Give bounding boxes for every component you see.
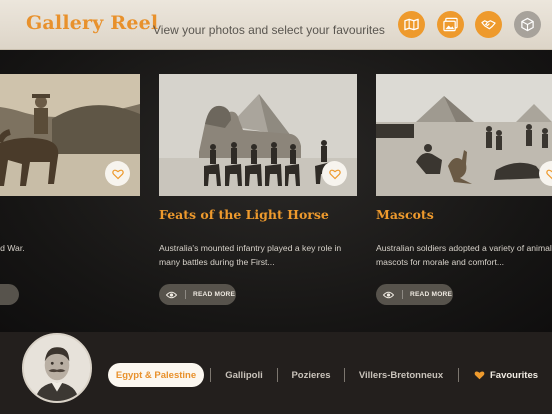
eye-icon bbox=[166, 291, 177, 298]
photo-carousel[interactable]: d the First World War. RE bbox=[0, 50, 552, 332]
mascots-pyramids-photo bbox=[376, 74, 552, 196]
map-button[interactable] bbox=[398, 11, 425, 38]
tab-pozieres[interactable]: Pozieres bbox=[286, 363, 336, 387]
app-title: Gallery Reel bbox=[26, 12, 159, 34]
tab-divider bbox=[210, 368, 211, 382]
heart-icon bbox=[545, 169, 552, 179]
read-more-divider bbox=[402, 290, 403, 299]
card-photo[interactable] bbox=[0, 74, 140, 196]
card-description: Australian soldiers adopted a variety of… bbox=[376, 243, 552, 267]
handshake-icon bbox=[481, 20, 496, 30]
card-photo[interactable] bbox=[159, 74, 357, 196]
favourite-button[interactable] bbox=[322, 161, 347, 186]
tab-villers-bretonneux[interactable]: Villers-Bretonneux bbox=[352, 363, 450, 387]
card-description: Australia's mounted infantry played a ke… bbox=[159, 243, 342, 267]
heart-icon bbox=[111, 169, 124, 179]
gallery-card[interactable]: d the First World War. RE bbox=[0, 74, 140, 305]
read-more-button[interactable]: READ MORE bbox=[159, 284, 236, 305]
card-title: Feats of the Light Horse bbox=[159, 207, 329, 222]
portrait-image bbox=[24, 335, 90, 401]
tab-divider bbox=[344, 368, 345, 382]
cube-button[interactable] bbox=[514, 11, 541, 38]
read-more-button[interactable]: READ MORE bbox=[376, 284, 453, 305]
gallery-button[interactable] bbox=[437, 11, 464, 38]
soldier-portrait-avatar[interactable] bbox=[22, 333, 92, 403]
tab-egypt-palestine[interactable]: Egypt & Palestine bbox=[108, 363, 204, 387]
read-more-divider bbox=[185, 290, 186, 299]
map-icon bbox=[404, 18, 419, 31]
read-more-label: READ MORE bbox=[193, 291, 236, 298]
header-bar: Gallery Reel View your photos and select… bbox=[0, 0, 552, 50]
card-description: d the First World War. bbox=[0, 243, 25, 253]
card-title: Mascots bbox=[376, 207, 434, 222]
handshake-button[interactable] bbox=[475, 11, 502, 38]
heart-icon bbox=[328, 169, 341, 179]
tab-favourites[interactable]: Favourites bbox=[474, 363, 538, 387]
app-subtitle: View your photos and select your favouri… bbox=[153, 23, 385, 37]
tab-gallipoli[interactable]: Gallipoli bbox=[219, 363, 269, 387]
bottom-navigation: Egypt & Palestine Gallipoli Pozieres Vil… bbox=[0, 332, 552, 414]
read-more-label: READ MORE bbox=[410, 291, 453, 298]
card-photo[interactable] bbox=[376, 74, 552, 196]
tab-divider bbox=[277, 368, 278, 382]
card-title bbox=[0, 207, 140, 223]
favourite-button[interactable] bbox=[105, 161, 130, 186]
heart-filled-icon bbox=[474, 371, 485, 380]
gallery-icon bbox=[443, 17, 458, 32]
favourites-label: Favourites bbox=[490, 369, 539, 381]
gallery-card[interactable]: Mascots Australian soldiers adopted a va… bbox=[376, 74, 552, 305]
cube-icon bbox=[521, 17, 534, 32]
gallery-card[interactable]: Feats of the Light Horse Australia's mou… bbox=[159, 74, 357, 305]
eye-icon bbox=[383, 291, 394, 298]
tab-divider bbox=[458, 368, 459, 382]
read-more-button[interactable]: RE bbox=[0, 284, 19, 305]
